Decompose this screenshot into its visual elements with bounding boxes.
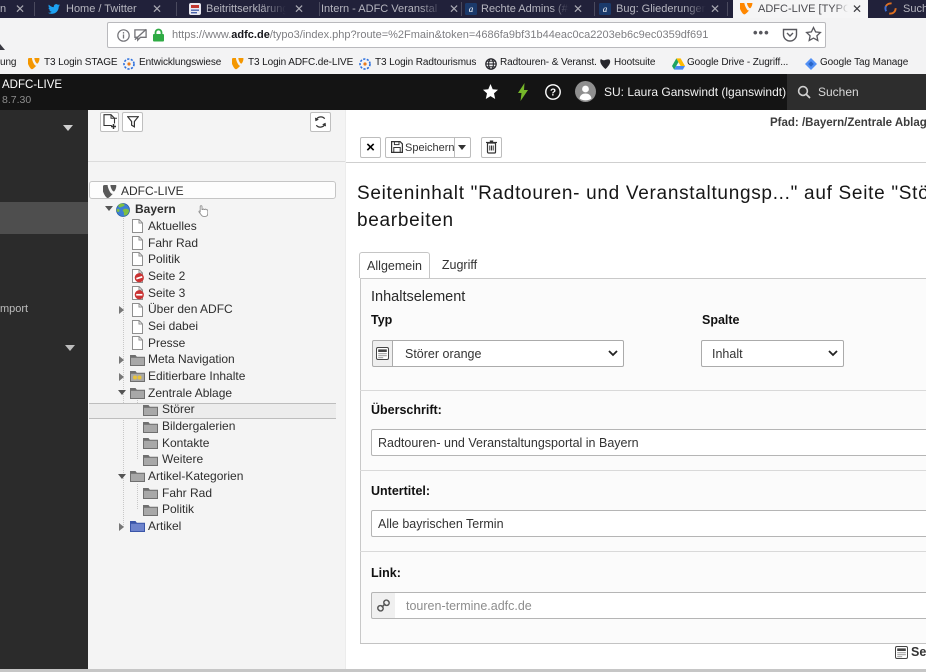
svg-text:?: ? — [550, 88, 556, 99]
svg-text:a: a — [469, 4, 474, 14]
svg-text:a: a — [603, 4, 608, 14]
